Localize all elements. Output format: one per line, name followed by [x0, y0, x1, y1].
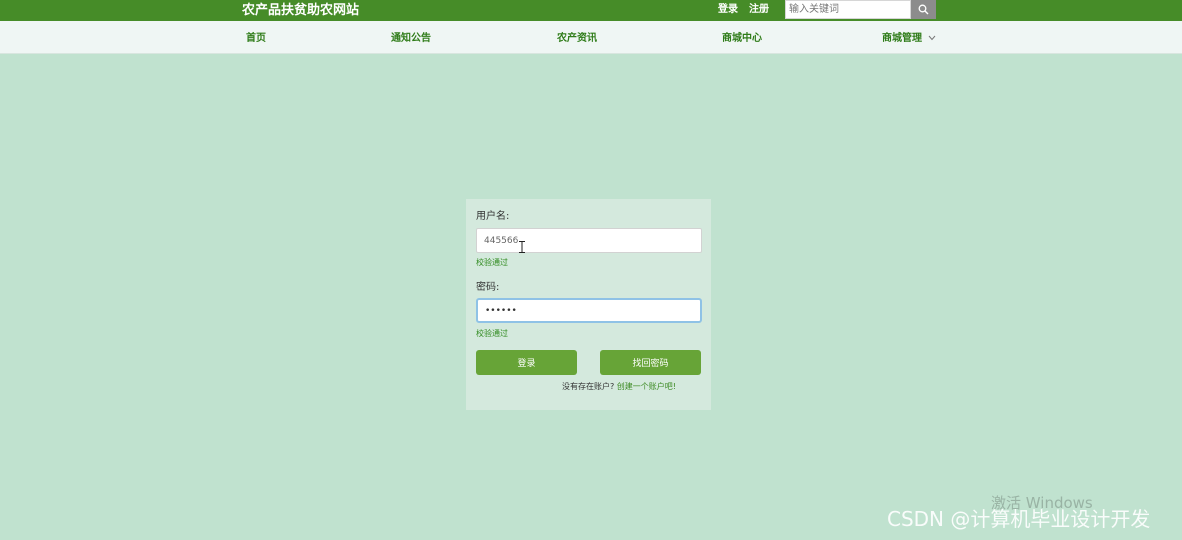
nav-item-news[interactable]: 农产资讯: [557, 32, 597, 46]
text-cursor-icon: [519, 241, 525, 253]
username-field[interactable]: [476, 228, 702, 253]
forgot-password-button[interactable]: 找回密码: [600, 350, 701, 375]
password-label: 密码:: [476, 282, 500, 293]
main-nav: 首页 通知公告 农产资讯 商城中心 商城管理: [0, 21, 1182, 54]
login-card: 用户名: 校验通过 密码: 校验通过 登录 找回密码 没有存在账户? 创建一个账…: [466, 199, 711, 410]
login-button[interactable]: 登录: [476, 350, 577, 375]
header-register-link[interactable]: 注册: [749, 3, 769, 17]
password-field[interactable]: [476, 298, 702, 323]
no-account-text: 没有存在账户?: [562, 382, 615, 391]
password-validation-hint: 校验通过: [476, 329, 508, 338]
search-button[interactable]: [911, 0, 936, 19]
username-validation-hint: 校验通过: [476, 258, 508, 267]
search-input[interactable]: [785, 0, 911, 19]
nav-item-home[interactable]: 首页: [246, 32, 266, 46]
nav-item-mall-center[interactable]: 商城中心: [722, 32, 762, 46]
search-icon: [918, 4, 929, 15]
nav-item-mall-management-label: 商城管理: [882, 33, 922, 44]
site-title: 农产品扶贫助农网站: [242, 3, 360, 18]
username-label: 用户名:: [476, 211, 510, 222]
header-login-link[interactable]: 登录: [718, 3, 738, 17]
csdn-watermark: CSDN @计算机毕业设计开发: [887, 507, 1151, 531]
nav-item-mall-management[interactable]: 商城管理: [882, 32, 936, 46]
no-account-row: 没有存在账户? 创建一个账户吧!: [562, 381, 676, 392]
nav-item-notices[interactable]: 通知公告: [391, 32, 431, 46]
create-account-link[interactable]: 创建一个账户吧!: [617, 382, 676, 391]
chevron-down-icon: [929, 35, 936, 41]
top-header: 农产品扶贫助农网站 登录 注册: [0, 0, 1182, 21]
